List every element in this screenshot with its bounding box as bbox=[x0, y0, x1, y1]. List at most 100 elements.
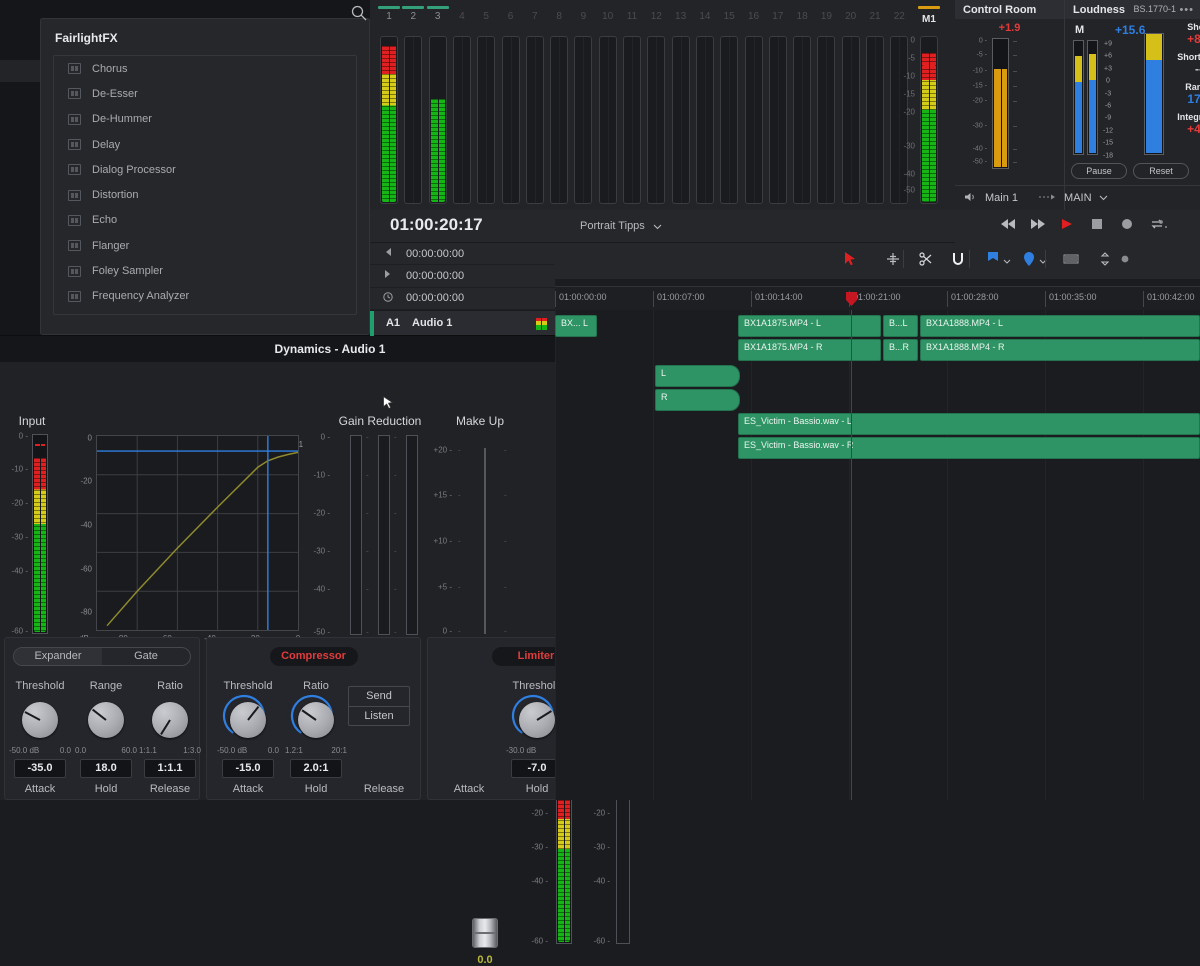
fx-list-item[interactable]: Chorus bbox=[54, 56, 356, 81]
mixer-channel-5[interactable]: 5 bbox=[473, 0, 499, 22]
timeline-clip[interactable]: ES_Victim - Bassio.wav - L bbox=[738, 413, 1200, 435]
fx-list-item[interactable]: Foley Sampler bbox=[54, 258, 356, 283]
expander-gate-tabs[interactable]: Expander Gate bbox=[13, 647, 191, 666]
playhead[interactable] bbox=[851, 310, 852, 800]
mixer-channel-15[interactable]: 15 bbox=[716, 0, 742, 22]
timecode-row[interactable]: 00:00:00:00 bbox=[370, 288, 555, 310]
loudness-pause-button[interactable]: Pause bbox=[1071, 163, 1127, 179]
waveform-icon[interactable] bbox=[1063, 251, 1079, 270]
listen-button[interactable]: Listen bbox=[349, 706, 409, 725]
mixer-channel-14[interactable]: 14 bbox=[692, 0, 718, 22]
timeline-ruler[interactable]: 01:00:00:00 01:00:07:00 01:00:14:00 01:00:2… bbox=[555, 286, 1200, 310]
timeline-project-name[interactable]: Portrait Tipps bbox=[580, 220, 645, 232]
knob-value[interactable]: 1:1.1 bbox=[144, 759, 196, 778]
marker-icon[interactable] bbox=[1021, 251, 1037, 270]
control-room-output-name[interactable]: Main 1 bbox=[985, 192, 1018, 204]
snap-magnet-icon[interactable] bbox=[950, 251, 966, 270]
loudness-reset-button[interactable]: Reset bbox=[1133, 163, 1189, 179]
knob-dial[interactable] bbox=[519, 702, 555, 738]
rewind-icon[interactable] bbox=[1000, 218, 1016, 234]
left-rail-selected-item[interactable] bbox=[0, 60, 40, 82]
fx-list-item[interactable]: Delay bbox=[54, 132, 356, 157]
knob-value[interactable]: 18.0 bbox=[80, 759, 132, 778]
fx-list-item[interactable]: Distortion bbox=[54, 182, 356, 207]
fx-list-item[interactable]: Dialog Processor bbox=[54, 157, 356, 182]
mixer-channel-21[interactable]: 21 bbox=[862, 0, 888, 22]
knob-ratio[interactable]: Ratio 1:1.1 1:3.0 1:1.1 bbox=[137, 680, 203, 778]
scissors-icon[interactable] bbox=[918, 251, 934, 270]
timecode-row[interactable]: 00:00:00:00 bbox=[370, 265, 555, 288]
knob-range[interactable]: Range 0.0 60.0 18.0 bbox=[73, 680, 139, 778]
timeline-clip[interactable]: BX1A1875.MP4 - R bbox=[738, 339, 881, 361]
knob-ratio[interactable]: Ratio 1.2:1 20:1 2.0:1 bbox=[283, 680, 349, 778]
send-button[interactable]: Send bbox=[349, 687, 409, 706]
timeline-clip[interactable]: R bbox=[655, 389, 740, 411]
mixer-channel-9[interactable]: 9 bbox=[570, 0, 596, 22]
mixer-channel-12[interactable]: 12 bbox=[643, 0, 669, 22]
range-select-icon[interactable] bbox=[885, 251, 901, 270]
knob-value[interactable]: -35.0 bbox=[14, 759, 66, 778]
knob-value[interactable]: 2.0:1 bbox=[290, 759, 342, 778]
stop-icon[interactable] bbox=[1090, 218, 1106, 234]
more-transport-options-icon[interactable] bbox=[1155, 218, 1171, 234]
dynamics-transfer-graph[interactable] bbox=[96, 435, 299, 631]
track-header-A1[interactable]: A1 Audio 1 bbox=[370, 310, 555, 336]
make-up-fader-track[interactable] bbox=[484, 448, 486, 634]
knob-threshold[interactable]: Threshold -50.0 dB 0.0 -15.0 bbox=[215, 680, 281, 778]
make-up-fader-handle[interactable] bbox=[472, 918, 498, 948]
search-icon[interactable] bbox=[350, 4, 368, 22]
timeline-clip[interactable]: B...L bbox=[883, 315, 918, 337]
fx-list-item[interactable]: Frequency Analyzer bbox=[54, 284, 356, 309]
mixer-channel-13[interactable]: 13 bbox=[668, 0, 694, 22]
timeline-clip[interactable]: ES_Victim - Bassio.wav - R bbox=[738, 437, 1200, 459]
mixer-channel-7[interactable]: 7 bbox=[522, 0, 548, 22]
loudness-standard[interactable]: BS.1770-1 bbox=[1133, 4, 1176, 14]
knob-threshold[interactable]: Threshold -50.0 dB 0.0 -35.0 bbox=[7, 680, 73, 778]
fast-forward-icon[interactable] bbox=[1030, 218, 1046, 234]
timeline-clip[interactable]: BX... L bbox=[555, 315, 597, 337]
mixer-channel-6[interactable]: 6 bbox=[498, 0, 524, 22]
control-room-bus-name[interactable]: MAIN bbox=[1064, 192, 1092, 204]
timeline-clip[interactable]: BX1A1888.MP4 - R bbox=[920, 339, 1200, 361]
mixer-channel-11[interactable]: 11 bbox=[619, 0, 645, 22]
options-dot-icon[interactable] bbox=[1117, 251, 1133, 270]
mixer-channel-1[interactable]: 1 bbox=[376, 0, 402, 22]
play-icon[interactable] bbox=[1060, 218, 1076, 234]
knob-dial[interactable] bbox=[230, 702, 266, 738]
mixer-channel-8[interactable]: 8 bbox=[546, 0, 572, 22]
mixer-channel-19[interactable]: 19 bbox=[813, 0, 839, 22]
more-options-icon[interactable]: ••• bbox=[1179, 4, 1194, 16]
fx-list-item[interactable]: De-Esser bbox=[54, 81, 356, 106]
record-icon[interactable] bbox=[1120, 218, 1136, 234]
fx-list-item[interactable]: Flanger bbox=[54, 233, 356, 258]
track-height-icon[interactable] bbox=[1097, 251, 1113, 270]
knob-dial[interactable] bbox=[88, 702, 124, 738]
tab-expander[interactable]: Expander bbox=[14, 648, 102, 665]
chevron-down-icon[interactable] bbox=[653, 221, 662, 233]
timeline-clip[interactable]: L bbox=[655, 365, 740, 387]
speaker-icon[interactable] bbox=[964, 191, 978, 206]
fx-list-item[interactable]: Echo bbox=[54, 208, 356, 233]
timeline-clip[interactable]: BX1A1875.MP4 - L bbox=[738, 315, 881, 337]
mixer-channel-18[interactable]: 18 bbox=[789, 0, 815, 22]
mixer-channel-17[interactable]: 17 bbox=[765, 0, 791, 22]
selection-arrow-icon[interactable] bbox=[843, 251, 859, 270]
timeline-clip[interactable]: BX1A1888.MP4 - L bbox=[920, 315, 1200, 337]
timecode-row[interactable]: 00:00:00:00 bbox=[370, 243, 555, 266]
mixer-channel-2[interactable]: 2 bbox=[400, 0, 426, 22]
compressor-title[interactable]: Compressor bbox=[269, 647, 358, 666]
mixer-channel-10[interactable]: 10 bbox=[595, 0, 621, 22]
mixer-channel-3[interactable]: 3 bbox=[425, 0, 451, 22]
mixer-channel-16[interactable]: 16 bbox=[741, 0, 767, 22]
playhead-marker-icon[interactable] bbox=[845, 291, 858, 310]
knob-dial[interactable] bbox=[152, 702, 188, 738]
mixer-channel-4[interactable]: 4 bbox=[449, 0, 475, 22]
knob-dial[interactable] bbox=[22, 702, 58, 738]
fairlightfx-list[interactable]: Chorus De-Esser De-Hummer Delay Dialog Proce… bbox=[53, 55, 357, 315]
fx-list-item[interactable]: Limiter bbox=[54, 309, 356, 314]
chevron-down-icon[interactable] bbox=[1003, 255, 1011, 267]
timeline-canvas[interactable]: BX... L BX1A1875.MP4 - L B...L BX1A1888.MP4… bbox=[555, 310, 1200, 800]
chevron-down-icon[interactable] bbox=[1099, 192, 1108, 204]
knob-dial[interactable] bbox=[298, 702, 334, 738]
tab-gate[interactable]: Gate bbox=[102, 648, 190, 665]
